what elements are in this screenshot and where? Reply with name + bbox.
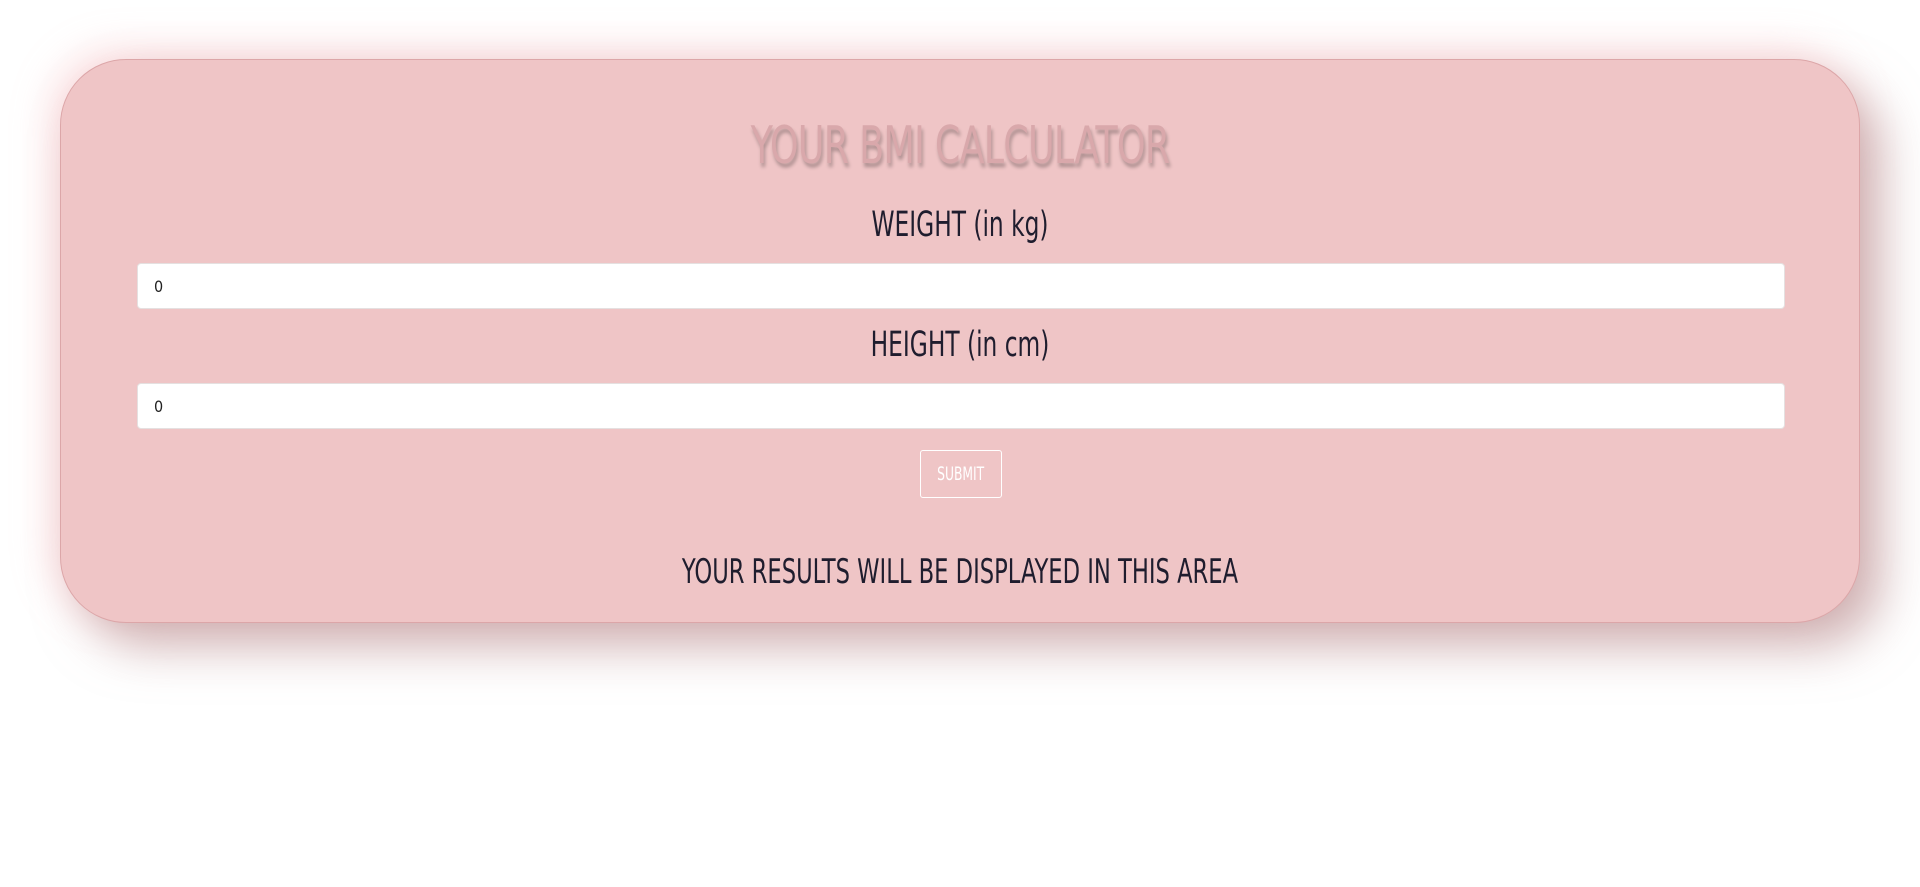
submit-button[interactable]: SUBMIT: [920, 450, 1002, 498]
weight-input[interactable]: [137, 263, 1785, 309]
page-title: YOUR BMI CALCULATOR: [750, 116, 1171, 176]
height-label: HEIGHT (in cm): [870, 325, 1050, 365]
weight-label: WEIGHT (in kg): [871, 205, 1049, 245]
results-area: YOUR RESULTS WILL BE DISPLAYED IN THIS A…: [681, 552, 1239, 592]
bmi-calculator-card: YOUR BMI CALCULATOR WEIGHT (in kg) HEIGH…: [60, 59, 1860, 623]
submit-button-label: SUBMIT: [937, 463, 985, 485]
height-input[interactable]: [137, 383, 1785, 429]
